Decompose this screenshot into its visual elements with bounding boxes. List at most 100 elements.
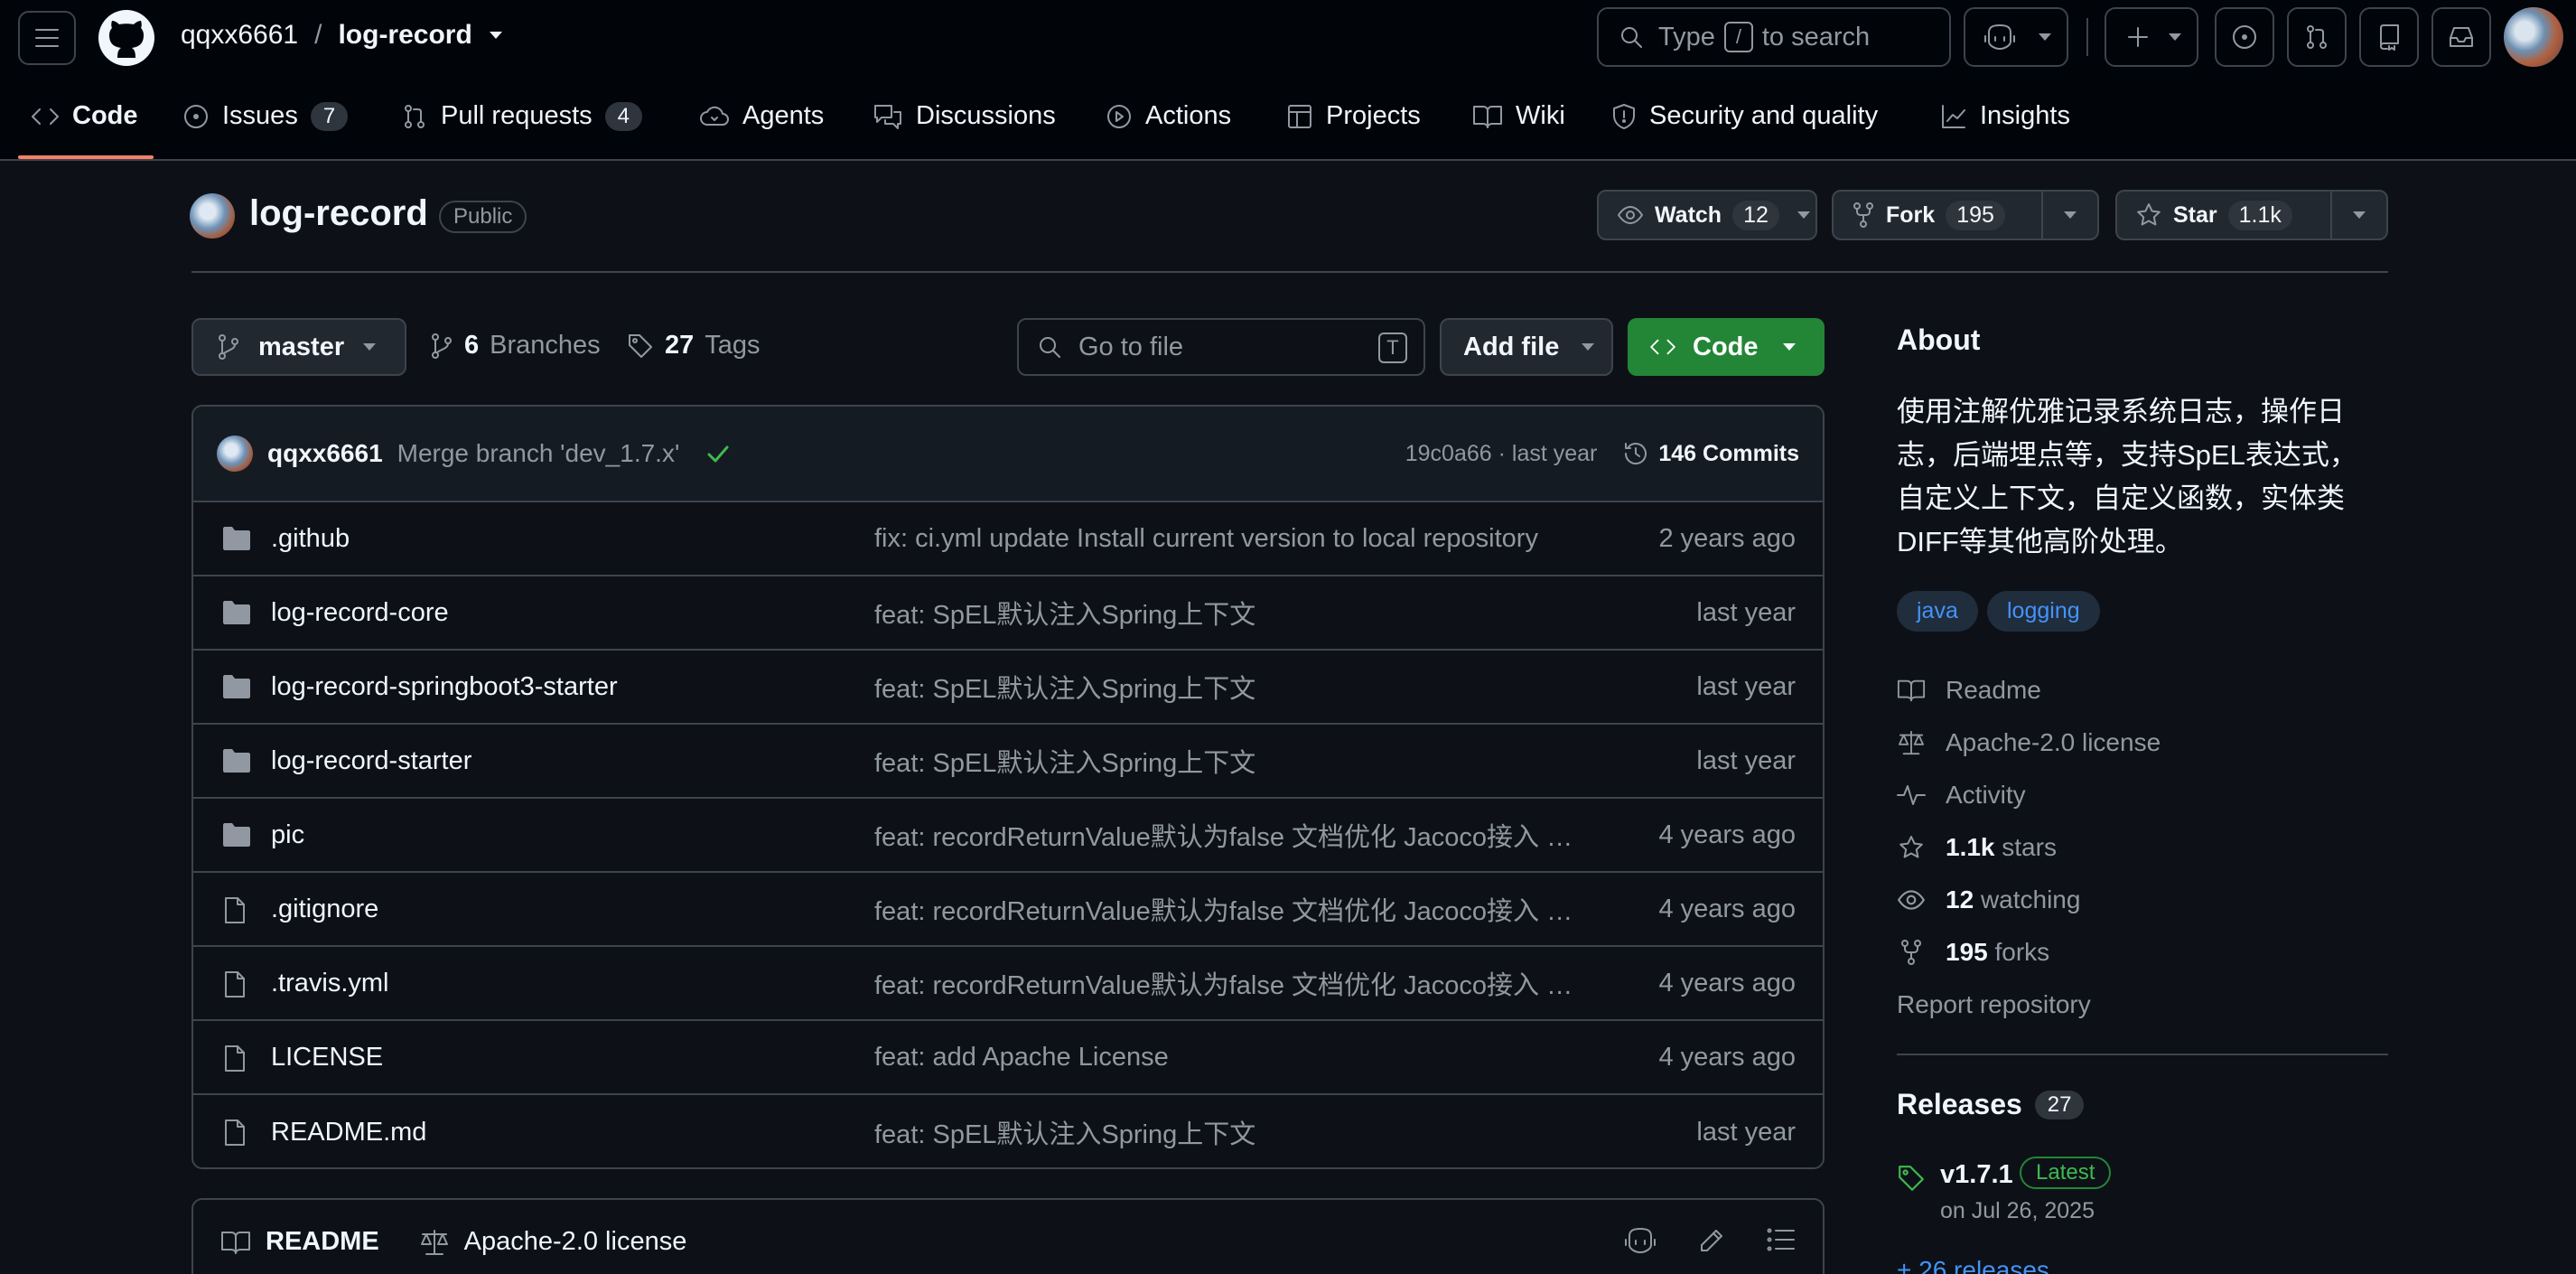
file-row[interactable]: .travis.yml feat: recordReturnValue默认为fa… <box>193 947 1823 1021</box>
tab-wiki[interactable]: Wiki <box>1472 101 1565 131</box>
readme-tab[interactable]: README <box>220 1227 379 1257</box>
plus-icon <box>2126 25 2150 49</box>
file-commit-message[interactable]: fix: ci.yml update Install current versi… <box>874 524 1575 554</box>
forks-link[interactable]: 195 forks <box>1897 938 2049 967</box>
file-commit-message[interactable]: feat: SpEL默认注入Spring上下文 <box>874 742 1575 780</box>
file-row[interactable]: .gitignore feat: recordReturnValue默认为fal… <box>193 873 1823 947</box>
tab-agents[interactable]: Agents <box>699 101 824 131</box>
go-to-file-input[interactable]: Go to file T <box>1017 318 1425 376</box>
your-pull-requests-button[interactable] <box>2287 7 2347 67</box>
branches-link[interactable]: 6 Branches <box>430 331 601 361</box>
file-row[interactable]: pic feat: recordReturnValue默认为false 文档优化… <box>193 799 1823 873</box>
notifications-button[interactable] <box>2431 7 2491 67</box>
tab-discussions[interactable]: Discussions <box>873 101 1056 131</box>
file-name[interactable]: log-record-core <box>271 598 449 628</box>
commit-message[interactable]: Merge branch 'dev_1.7.x' <box>397 439 680 468</box>
folder-icon <box>222 526 251 551</box>
file-name[interactable]: .travis.yml <box>271 969 389 998</box>
topic-tag[interactable]: logging <box>1987 591 2100 632</box>
file-row[interactable]: log-record-starter feat: SpEL默认注入Spring上… <box>193 725 1823 799</box>
report-repository-link[interactable]: Report repository <box>1897 990 2091 1019</box>
breadcrumb-owner[interactable]: qqxx6661 <box>181 20 298 51</box>
file-commit-message[interactable]: feat: SpEL默认注入Spring上下文 <box>874 1113 1575 1151</box>
pencil-icon[interactable] <box>1698 1227 1725 1254</box>
chevron-down-icon <box>2352 211 2366 220</box>
watch-button[interactable]: Watch 12 <box>1597 190 1817 240</box>
file-name[interactable]: README.md <box>271 1118 426 1148</box>
readme-link[interactable]: Readme <box>1897 676 2041 705</box>
file-name[interactable]: .gitignore <box>271 895 378 924</box>
file-row[interactable]: README.md feat: SpEL默认注入Spring上下文 last y… <box>193 1095 1823 1167</box>
chevron-down-icon <box>2063 211 2077 220</box>
file-name[interactable]: pic <box>271 820 304 850</box>
star-button[interactable]: Star 1.1k <box>2115 190 2388 240</box>
release-version[interactable]: v1.7.1 <box>1940 1160 2013 1190</box>
repositories-button[interactable] <box>2359 7 2419 67</box>
tab-actions[interactable]: Actions <box>1106 101 1231 131</box>
menu-button[interactable] <box>18 11 76 65</box>
copilot-button[interactable] <box>1964 7 2068 67</box>
star-dropdown[interactable] <box>2330 192 2386 239</box>
code-button[interactable]: Code <box>1628 318 1825 376</box>
file-commit-message[interactable]: feat: recordReturnValue默认为false 文档优化 Jac… <box>874 816 1575 854</box>
eye-icon <box>1617 205 1644 225</box>
topic-tag[interactable]: java <box>1897 591 1978 632</box>
file-name[interactable]: log-record-starter <box>271 746 471 776</box>
tab-issues[interactable]: Issues 7 <box>182 101 349 131</box>
breadcrumb-repo[interactable]: log-record <box>338 20 471 51</box>
file-commit-message[interactable]: feat: recordReturnValue默认为false 文档优化 Jac… <box>874 890 1575 928</box>
tags-link[interactable]: 27 Tags <box>627 331 761 361</box>
tab-pull-requests[interactable]: Pull requests 4 <box>401 101 643 131</box>
tab-security[interactable]: Security and quality <box>1611 101 1878 131</box>
commit-author[interactable]: qqxx6661 <box>267 439 383 468</box>
readme-tab-label: README <box>266 1227 379 1256</box>
tab-projects[interactable]: Projects <box>1286 101 1421 131</box>
tab-label: Actions <box>1145 101 1232 130</box>
repo-owner-avatar[interactable] <box>190 193 235 239</box>
file-commit-message[interactable]: feat: SpEL默认注入Spring上下文 <box>874 594 1575 632</box>
add-file-label: Add file <box>1463 332 1560 361</box>
book-icon <box>1897 678 1926 703</box>
file-commit-message[interactable]: feat: SpEL默认注入Spring上下文 <box>874 668 1575 706</box>
user-avatar[interactable] <box>2504 7 2563 67</box>
file-commit-message[interactable]: feat: recordReturnValue默认为false 文档优化 Jac… <box>874 964 1575 1002</box>
more-releases-link[interactable]: + 26 releases <box>1897 1256 2049 1274</box>
license-link[interactable]: Apache-2.0 license <box>1897 728 2161 757</box>
file-row[interactable]: log-record-core feat: SpEL默认注入Spring上下文 … <box>193 576 1823 651</box>
file-name[interactable]: log-record-springboot3-starter <box>271 672 618 702</box>
watching-label: watching <box>1980 885 2081 913</box>
commit-author-avatar[interactable] <box>217 436 253 472</box>
file-row[interactable]: log-record-springboot3-starter feat: SpE… <box>193 651 1823 725</box>
file-name[interactable]: LICENSE <box>271 1043 383 1073</box>
fork-button[interactable]: Fork 195 <box>1832 190 2099 240</box>
license-tab[interactable]: Apache-2.0 license <box>419 1227 686 1257</box>
file-row[interactable]: .github fix: ci.yml update Install curre… <box>193 502 1823 576</box>
commits-link[interactable]: 146 Commits <box>1622 440 1799 467</box>
file-row[interactable]: LICENSE feat: add Apache License 4 years… <box>193 1021 1823 1095</box>
chevron-down-icon[interactable] <box>489 31 503 40</box>
check-icon[interactable] <box>706 444 730 464</box>
branch-select-button[interactable]: master <box>191 318 406 376</box>
book-icon <box>220 1230 251 1255</box>
github-logo-icon[interactable] <box>98 9 155 67</box>
watching-link[interactable]: 12 watching <box>1897 885 2080 914</box>
activity-link[interactable]: Activity <box>1897 781 2026 810</box>
file-commit-message[interactable]: feat: add Apache License <box>874 1043 1575 1073</box>
commit-hash-time[interactable]: 19c0a66 · last year <box>1405 441 1598 467</box>
list-icon[interactable] <box>1767 1227 1796 1254</box>
your-issues-button[interactable] <box>2215 7 2274 67</box>
copilot-icon[interactable] <box>1624 1227 1657 1254</box>
watch-dropdown[interactable] <box>1792 192 1815 239</box>
file-date: last year <box>1696 671 1796 701</box>
tab-insights[interactable]: Insights <box>1940 101 2070 131</box>
add-file-button[interactable]: Add file <box>1440 318 1613 376</box>
releases-heading[interactable]: Releases 27 <box>1897 1088 2085 1121</box>
folder-icon <box>222 600 251 625</box>
stars-link[interactable]: 1.1k stars <box>1897 833 2057 862</box>
create-new-button[interactable] <box>2105 7 2198 67</box>
tab-code[interactable]: Code <box>31 101 138 131</box>
fork-dropdown[interactable] <box>2041 192 2097 239</box>
repo-title[interactable]: log-record <box>249 193 428 234</box>
file-name[interactable]: .github <box>271 524 350 554</box>
search-input[interactable]: Type / to search <box>1597 7 1951 67</box>
